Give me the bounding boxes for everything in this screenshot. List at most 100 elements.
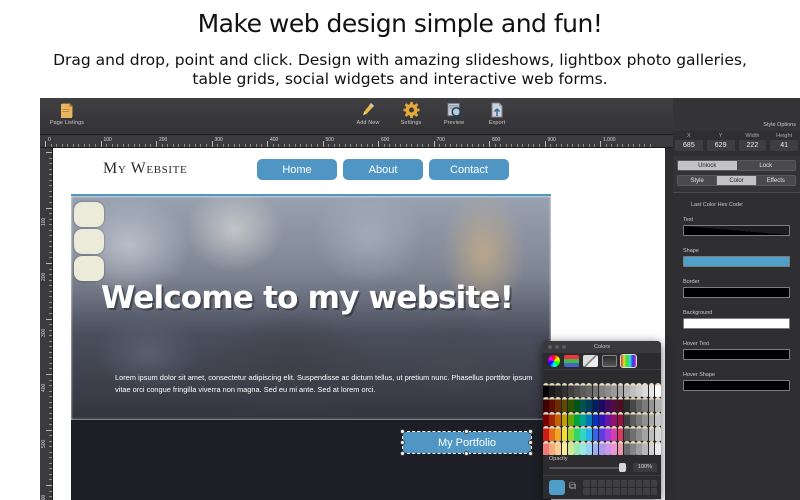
pencil-swatch[interactable] bbox=[592, 440, 599, 455]
pencil-swatch[interactable] bbox=[567, 383, 574, 398]
pencil-swatch[interactable] bbox=[623, 397, 630, 412]
pencil-swatch[interactable] bbox=[598, 383, 605, 398]
pencil-swatch[interactable] bbox=[623, 440, 630, 455]
saved-swatch[interactable] bbox=[590, 488, 597, 495]
resize-handle-se[interactable] bbox=[528, 451, 533, 456]
toolbar-export[interactable]: Export bbox=[474, 100, 520, 126]
pencil-swatch[interactable] bbox=[642, 440, 649, 455]
pencil-swatch[interactable] bbox=[598, 411, 605, 427]
pencil-swatch[interactable] bbox=[567, 411, 574, 427]
color-wheel-icon[interactable] bbox=[548, 355, 560, 367]
image-icon[interactable] bbox=[602, 355, 617, 367]
color-swatch-hover-text[interactable] bbox=[683, 349, 790, 360]
website-preview[interactable]: My Website Home About Contact Welcome to… bbox=[71, 148, 551, 500]
color-swatch-hover-shape[interactable] bbox=[683, 380, 790, 391]
pencil-swatch[interactable] bbox=[605, 383, 611, 398]
opacity-slider-knob[interactable] bbox=[619, 463, 626, 472]
pencil-swatch[interactable] bbox=[598, 440, 605, 455]
pencil-swatch[interactable] bbox=[617, 440, 624, 455]
pencil-swatch[interactable] bbox=[586, 411, 593, 427]
field-x[interactable]: X 685 bbox=[673, 131, 705, 156]
field-height-value[interactable]: 41 bbox=[770, 140, 798, 151]
saved-swatch[interactable] bbox=[583, 488, 590, 495]
tab-style[interactable]: Style bbox=[678, 176, 718, 185]
pencil-swatch[interactable] bbox=[543, 383, 549, 398]
pencil-swatch[interactable] bbox=[629, 383, 636, 398]
opacity-value[interactable]: 100% bbox=[633, 463, 657, 472]
pencil-swatch[interactable] bbox=[642, 411, 649, 427]
pencil-swatch[interactable] bbox=[567, 426, 574, 441]
resize-handle-w[interactable] bbox=[400, 440, 405, 445]
palettes-icon[interactable] bbox=[583, 355, 598, 367]
pencil-swatch[interactable] bbox=[555, 426, 562, 441]
pencil-swatch[interactable] bbox=[617, 383, 624, 398]
resize-handle-n[interactable] bbox=[464, 429, 469, 434]
pencil-swatch[interactable] bbox=[617, 397, 624, 412]
pencil-swatch[interactable] bbox=[561, 383, 568, 398]
saved-swatch[interactable] bbox=[650, 488, 657, 495]
saved-swatch[interactable] bbox=[605, 488, 612, 495]
pencil-swatch[interactable] bbox=[648, 440, 655, 455]
resize-handle-nw[interactable] bbox=[400, 429, 405, 434]
pencil-swatch[interactable] bbox=[648, 397, 655, 412]
pencil-swatch[interactable] bbox=[636, 411, 642, 427]
pencil-swatch[interactable] bbox=[555, 440, 562, 455]
pencil-swatch[interactable] bbox=[629, 426, 636, 441]
toolbar-add-new[interactable]: Add New bbox=[345, 100, 391, 126]
pencil-swatch[interactable] bbox=[574, 397, 580, 412]
saved-swatch[interactable] bbox=[635, 480, 642, 487]
pencil-swatch[interactable] bbox=[611, 383, 618, 398]
pencil-swatch[interactable] bbox=[623, 426, 630, 441]
pencil-swatch[interactable] bbox=[561, 426, 568, 441]
pencil-swatch[interactable] bbox=[543, 440, 549, 455]
eyedropper-icon[interactable]: ⧉ bbox=[569, 481, 576, 492]
pencil-swatch[interactable] bbox=[549, 440, 555, 455]
sliders-icon[interactable] bbox=[564, 355, 579, 367]
hero-body-text[interactable]: Lorem ipsum dolor sit amet, consectetur … bbox=[115, 372, 533, 395]
tab-effects[interactable]: Effects bbox=[756, 176, 795, 185]
pencil-swatch[interactable] bbox=[605, 411, 611, 427]
pencil-swatch[interactable] bbox=[561, 411, 568, 427]
pencil-swatch[interactable] bbox=[636, 426, 642, 441]
color-swatch-border[interactable] bbox=[683, 287, 790, 298]
pencil-swatch[interactable] bbox=[617, 411, 624, 427]
saved-swatches-grid[interactable] bbox=[583, 480, 657, 495]
pencil-swatch[interactable] bbox=[636, 397, 642, 412]
pencil-swatch[interactable] bbox=[567, 397, 574, 412]
pencil-swatch[interactable] bbox=[574, 383, 580, 398]
pencil-swatch[interactable] bbox=[598, 426, 605, 441]
saved-swatch[interactable] bbox=[650, 480, 657, 487]
color-swatch-background[interactable] bbox=[683, 318, 790, 329]
pencil-swatch[interactable] bbox=[592, 426, 599, 441]
pencil-swatch[interactable] bbox=[636, 383, 642, 398]
saved-swatch[interactable] bbox=[628, 480, 635, 487]
pencil-swatch[interactable] bbox=[654, 426, 661, 441]
pencil-swatch[interactable] bbox=[549, 397, 555, 412]
nav-button-home[interactable]: Home bbox=[257, 159, 337, 180]
pencil-swatch[interactable] bbox=[654, 383, 661, 398]
saved-swatch[interactable] bbox=[613, 480, 620, 487]
unlock-button[interactable]: Unlock bbox=[678, 161, 737, 170]
resize-handle-sw[interactable] bbox=[400, 451, 405, 456]
saved-swatch[interactable] bbox=[620, 488, 627, 495]
pencil-swatch[interactable] bbox=[605, 426, 611, 441]
color-swatch-text[interactable] bbox=[683, 225, 790, 236]
pencil-swatch[interactable] bbox=[555, 411, 562, 427]
field-y-value[interactable]: 629 bbox=[706, 140, 735, 151]
pencil-swatch[interactable] bbox=[555, 397, 562, 412]
cta-button-my-portfolio[interactable]: My Portfolio bbox=[402, 431, 532, 454]
nav-button-about[interactable]: About bbox=[343, 159, 423, 180]
field-y[interactable]: Y 629 bbox=[705, 131, 737, 156]
toolbar-page-listings[interactable]: Page Listings bbox=[44, 100, 90, 126]
pencil-swatch[interactable] bbox=[592, 411, 599, 427]
pencil-swatch[interactable] bbox=[592, 397, 599, 412]
pencil-swatch[interactable] bbox=[567, 440, 574, 455]
saved-swatch[interactable] bbox=[643, 488, 650, 495]
pencil-swatch[interactable] bbox=[654, 440, 661, 455]
saved-swatch[interactable] bbox=[583, 480, 590, 487]
nav-button-contact[interactable]: Contact bbox=[429, 159, 509, 180]
pencil-swatch[interactable] bbox=[592, 383, 599, 398]
pencil-swatch[interactable] bbox=[605, 397, 611, 412]
resize-handle-s[interactable] bbox=[464, 451, 469, 456]
hero-section[interactable]: Welcome to my website! Lorem ipsum dolor… bbox=[71, 194, 551, 420]
